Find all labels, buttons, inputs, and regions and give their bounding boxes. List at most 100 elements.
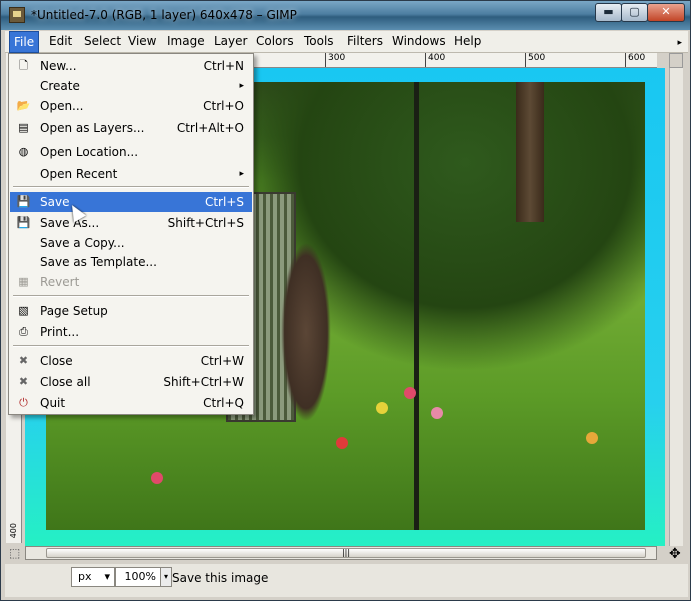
menu-item-close-all[interactable]: ✖ Close all Shift+Ctrl+W <box>10 372 252 392</box>
menu-item-print[interactable]: ⎙ Print... <box>10 322 252 342</box>
menu-filters[interactable]: Filters <box>343 31 387 53</box>
folder-icon: 📂 <box>16 99 31 112</box>
flower <box>586 432 598 444</box>
menu-edit[interactable]: Edit <box>45 31 76 53</box>
shortcut-label: Shift+Ctrl+W <box>163 375 244 389</box>
zoom-input[interactable]: 100% <box>115 567 161 587</box>
layers-icon: ▤ <box>18 121 29 134</box>
menu-help[interactable]: Help <box>450 31 485 53</box>
menu-image[interactable]: Image <box>163 31 209 53</box>
scrollbar-thumb[interactable]: ||| <box>46 548 646 558</box>
menu-file[interactable]: File <box>9 31 40 53</box>
ruler-label: 400 <box>428 53 446 63</box>
menu-item-new[interactable]: 🗋 New... Ctrl+N <box>10 56 252 76</box>
menu-item-label: Save a Copy... <box>40 236 125 250</box>
gimp-app-icon <box>9 7 25 23</box>
file-menu-dropdown: 🗋 New... Ctrl+N Create ▸ 📂 Open... Ctrl+… <box>8 53 254 415</box>
feeder-pole <box>414 82 419 530</box>
menu-item-save-as[interactable]: 💾 Save As... Shift+Ctrl+S <box>10 213 252 233</box>
minimize-button[interactable]: ▬ <box>595 3 622 22</box>
submenu-arrow-icon: ▸ <box>239 81 244 91</box>
menu-item-label: Close all <box>40 375 91 389</box>
shortcut-label: Ctrl+Q <box>203 396 244 410</box>
menu-item-page-setup[interactable]: ▧ Page Setup <box>10 301 252 321</box>
menu-item-label: New... <box>40 59 77 73</box>
menu-item-label: Print... <box>40 325 80 339</box>
ruler-label: 500 <box>528 53 546 63</box>
ruler-label: 600 <box>628 53 646 63</box>
quick-mask-toggle[interactable] <box>669 53 683 68</box>
unit-value: px <box>78 570 92 583</box>
status-message: Save this image <box>172 571 269 585</box>
menu-tools[interactable]: Tools <box>300 31 338 53</box>
menu-item-open-recent[interactable]: Open Recent ▸ <box>10 164 252 184</box>
quick-mask-icon[interactable]: ⬚ <box>9 546 20 560</box>
menu-separator <box>13 186 249 188</box>
floppy-icon: 💾 <box>16 195 31 208</box>
ruler-label: 300 <box>328 53 346 63</box>
ruler-tick <box>325 53 326 67</box>
menu-item-label: Quit <box>40 396 66 410</box>
menu-item-save[interactable]: 💾 Save Ctrl+S <box>10 192 252 212</box>
unit-select[interactable]: px ▾ <box>71 567 115 587</box>
tree-trunk <box>516 82 544 222</box>
status-bar: px ▾ 100% ▾ Save this image <box>5 564 688 597</box>
close-x-icon: ✖ <box>18 354 29 367</box>
menu-item-label: Page Setup <box>40 304 108 318</box>
chevron-down-icon: ▾ <box>104 570 110 583</box>
close-all-icon: ✖ <box>18 375 29 388</box>
gimp-window: *Untitled-7.0 (RGB, 1 layer) 640x478 – G… <box>0 0 691 601</box>
menu-item-label: Open... <box>40 99 84 113</box>
navigate-icon[interactable]: ✥ <box>669 546 681 562</box>
globe-icon: ◍ <box>18 145 29 158</box>
shortcut-label: Ctrl+Alt+O <box>176 121 244 135</box>
menu-item-label: Open Location... <box>40 145 139 159</box>
menu-item-open[interactable]: 📂 Open... Ctrl+O <box>10 96 252 116</box>
menu-item-label: Close <box>40 354 73 368</box>
quit-icon: ⏻ <box>19 396 28 409</box>
menu-separator <box>13 345 249 347</box>
flower <box>336 437 348 449</box>
shortcut-label: Ctrl+W <box>200 354 244 368</box>
zoom-dropdown-button[interactable]: ▾ <box>160 567 172 587</box>
menu-item-label: Open Recent <box>40 167 118 181</box>
menu-view[interactable]: View <box>124 31 160 53</box>
ruler-label: 400 <box>9 523 18 539</box>
page-setup-icon: ▧ <box>18 304 29 317</box>
squirrel <box>281 242 331 422</box>
menu-item-open-location[interactable]: ◍ Open Location... <box>10 142 252 162</box>
menu-item-open-as-layers[interactable]: ▤ Open as Layers... Ctrl+Alt+O <box>10 118 252 138</box>
menu-item-save-as-template[interactable]: Save as Template... <box>10 252 252 272</box>
menu-item-label: Revert <box>40 275 80 289</box>
menu-item-label: Save <box>40 195 70 209</box>
menu-item-quit[interactable]: ⏻ Quit Ctrl+Q <box>10 393 252 413</box>
shortcut-label: Ctrl+O <box>203 99 244 113</box>
menubar: File Edit Select View Image Layer Colors… <box>5 31 688 53</box>
menu-windows[interactable]: Windows <box>388 31 450 53</box>
horizontal-scrollbar[interactable]: ||| <box>25 546 657 560</box>
revert-icon: ▦ <box>18 275 29 288</box>
shortcut-label: Shift+Ctrl+S <box>167 216 244 230</box>
menu-item-save-a-copy[interactable]: Save a Copy... <box>10 233 252 253</box>
menu-item-label: Open as Layers... <box>40 121 145 135</box>
ruler-tick <box>525 53 526 67</box>
menu-item-close[interactable]: ✖ Close Ctrl+W <box>10 351 252 371</box>
ruler-tick <box>625 53 626 67</box>
vertical-scrollbar[interactable] <box>669 68 683 546</box>
menu-item-create[interactable]: Create ▸ <box>10 76 252 96</box>
shortcut-label: Ctrl+N <box>203 59 244 73</box>
menu-colors[interactable]: Colors <box>252 31 298 53</box>
menu-item-label: Create <box>40 79 80 93</box>
menu-item-label: Save as Template... <box>40 255 157 269</box>
menu-separator <box>13 295 249 297</box>
menubar-overflow-icon[interactable]: ▸ <box>677 38 682 48</box>
menu-item-revert: ▦ Revert <box>10 272 252 292</box>
title-bar[interactable]: *Untitled-7.0 (RGB, 1 layer) 640x478 – G… <box>1 1 690 30</box>
close-window-button[interactable]: ✕ <box>647 3 685 22</box>
maximize-button[interactable]: ▢ <box>621 3 648 22</box>
menu-layer[interactable]: Layer <box>210 31 251 53</box>
flower <box>376 402 388 414</box>
ruler-tick <box>425 53 426 67</box>
window-title: *Untitled-7.0 (RGB, 1 layer) 640x478 – G… <box>31 8 297 22</box>
menu-select[interactable]: Select <box>80 31 125 53</box>
